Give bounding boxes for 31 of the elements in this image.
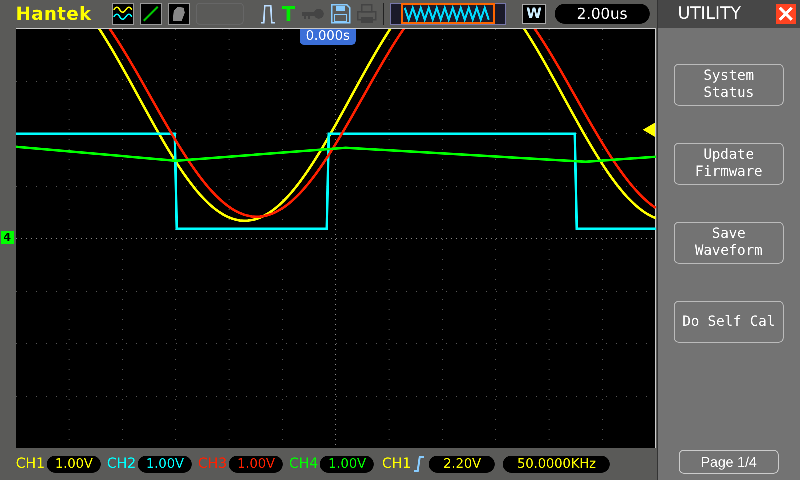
line-display-icon[interactable] (140, 3, 162, 25)
brand-logo: Hantek (16, 4, 92, 24)
channel-scale: 1.00V (138, 456, 192, 472)
page-button[interactable]: Page 1/4 (679, 450, 779, 474)
channel-label: CH2 (107, 456, 136, 472)
save-icon[interactable] (331, 4, 352, 24)
channel-scale: 1.00V (320, 456, 374, 472)
channel-marker[interactable]: 4 (1, 231, 14, 244)
channel-label: CH4 (289, 456, 318, 472)
trigger-source: CH1 (382, 456, 412, 472)
trigger-level-marker[interactable] (643, 123, 655, 137)
channel-label: CH1 (16, 456, 46, 472)
window-mode-label[interactable]: W (522, 4, 546, 24)
channel-scale: 1.00V (229, 456, 284, 472)
frequency-readout: 50.0000KHz (503, 456, 610, 472)
persistence-icon[interactable] (168, 3, 190, 25)
channel-scale: 1.00V (47, 456, 102, 472)
menu-title: UTILITY (678, 4, 742, 24)
trigger-status: T (282, 3, 296, 25)
menu-button[interactable]: Do Self Cal (674, 301, 784, 343)
trigger-level: 2.20V (429, 456, 496, 472)
waveform-mode-icon[interactable] (112, 3, 134, 25)
time-offset-marker[interactable]: 0.000s (300, 29, 356, 45)
rising-edge-icon (413, 456, 426, 472)
timebase-value: 2.00us (554, 4, 650, 24)
menu-button[interactable]: Save Waveform (674, 222, 784, 264)
close-icon[interactable] (776, 4, 796, 24)
menu-button[interactable]: Update Firmware (674, 143, 784, 185)
channel-label: CH3 (198, 456, 228, 472)
pulse-icon (260, 3, 276, 25)
menu-button[interactable]: System Status (674, 64, 784, 106)
